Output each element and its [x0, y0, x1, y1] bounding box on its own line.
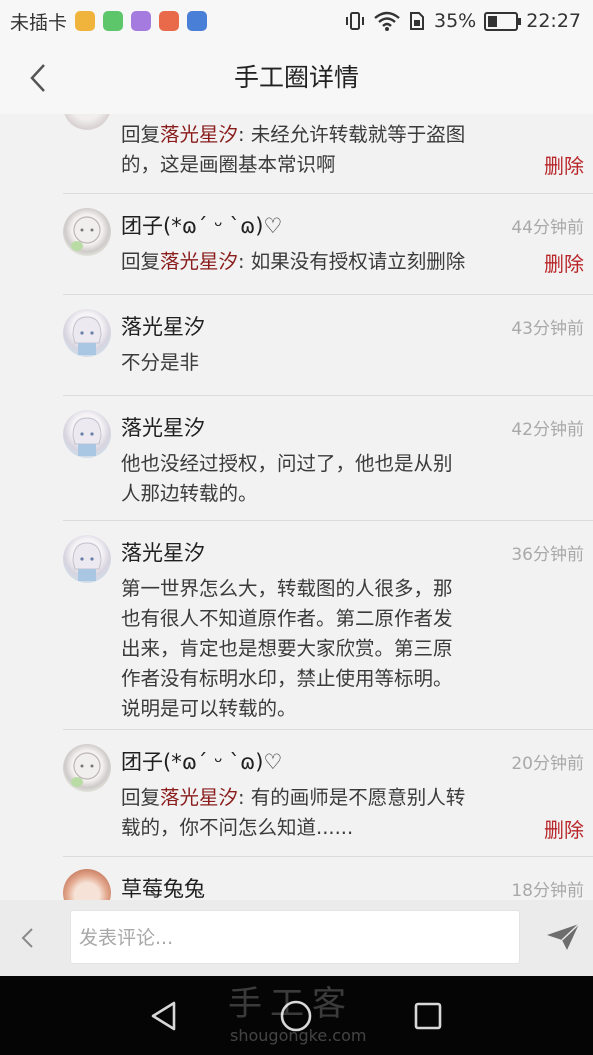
- avatar-image: [72, 316, 102, 355]
- watermark-logo: 手工客: [228, 984, 354, 1024]
- comment-item: 团子(*ɷ´ ᵕ `ɷ)♡ 44分钟前 回复落光星汐: 如果没有授权请立刻删除 …: [0, 194, 593, 294]
- comment-text: 人那边转载的。: [121, 482, 258, 505]
- commenter-name[interactable]: 团子(*ɷ´ ᵕ `ɷ)♡: [121, 746, 282, 776]
- battery-percent: 35%: [434, 10, 477, 32]
- triangle-back-icon: [151, 1001, 176, 1031]
- sim-icon: [410, 12, 424, 30]
- comment-text: 的，这是画圈基本常识啊: [121, 153, 336, 176]
- comment-item: 落光星汐 42分钟前 他也没经过授权，问过了，他也是从别 人那边转载的。: [0, 396, 593, 520]
- collapse-button[interactable]: [14, 924, 42, 952]
- comment-text: : 有的画师是不愿意别人转: [238, 786, 466, 809]
- comment-text: 载的，你不问怎么知道......: [121, 816, 354, 839]
- nav-recents-button[interactable]: [410, 998, 446, 1034]
- comment-body: 不分是非: [121, 351, 200, 374]
- notification-icons: [75, 11, 208, 31]
- delete-button[interactable]: 删除: [544, 814, 584, 843]
- avatar[interactable]: [63, 869, 111, 900]
- send-button[interactable]: [545, 922, 581, 952]
- commenter-name[interactable]: 落光星汐: [121, 537, 205, 567]
- notification-app-icon: [103, 11, 124, 31]
- notification-app-icon: [75, 11, 96, 31]
- avatar[interactable]: [63, 309, 111, 357]
- comment-item: 落光星汐 36分钟前 第一世界怎么大，转载图的人很多，那 也有很人不知道原作者。…: [0, 521, 593, 729]
- notification-app-icon: [187, 11, 208, 31]
- avatar-image: [72, 417, 102, 456]
- avatar-image: [71, 216, 101, 251]
- comment-body: 回复落光星汐: 有的画师是不愿意别人转 载的，你不问怎么知道......: [121, 783, 531, 843]
- comment-text: : 如果没有授权请立刻删除: [238, 250, 466, 273]
- avatar-image: [72, 542, 102, 581]
- comment-time: 43分钟前: [511, 319, 584, 339]
- reply-prefix: 回复: [121, 250, 161, 273]
- comment-body: 第一世界怎么大，转载图的人很多，那 也有很人不知道原作者。第二原作者发 出来，肯…: [121, 574, 531, 724]
- notification-app-icon: [131, 11, 152, 31]
- comment-body: 回复落光星汐: 未经允许转载就等于盗图 的，这是画圈基本常识啊: [121, 120, 531, 180]
- system-nav-bar: 手工客 shougongke.com: [0, 976, 593, 1055]
- commenter-name[interactable]: 落光星汐: [121, 311, 205, 341]
- delete-button[interactable]: 删除: [544, 150, 584, 179]
- comment-item: 落光星汐 43分钟前 不分是非: [0, 295, 593, 395]
- comment-time: 36分钟前: [511, 545, 584, 565]
- battery-icon: [484, 11, 522, 31]
- comment-time: 42分钟前: [511, 420, 584, 440]
- comment-time: 44分钟前: [511, 218, 584, 238]
- carrier-label: 未插卡: [10, 11, 68, 34]
- vibrate-icon: [346, 12, 364, 30]
- comment-text: 也有很人不知道原作者。第二原作者发: [121, 607, 453, 630]
- watermark-url: shougongke.com: [230, 1026, 367, 1045]
- chevron-left-icon: [21, 928, 33, 948]
- wifi-icon: [374, 11, 400, 31]
- comment-input[interactable]: 发表评论...: [70, 910, 520, 964]
- comment-time: 18分钟前: [511, 881, 584, 900]
- notification-app-icon: [159, 11, 180, 31]
- comment-text: 说明是可以转载的。: [121, 697, 297, 720]
- comment-text: : 未经允许转载就等于盗图: [238, 123, 466, 146]
- avatar[interactable]: [63, 535, 111, 583]
- delete-button[interactable]: 删除: [544, 248, 584, 277]
- clock: 22:27: [526, 10, 581, 32]
- status-bar: 未插卡 35% 22:27: [0, 0, 593, 42]
- avatar[interactable]: [63, 410, 111, 458]
- comment-body: 他也没经过授权，问过了，他也是从别 人那边转载的。: [121, 449, 531, 509]
- comment-body: 回复落光星汐: 如果没有授权请立刻删除: [121, 247, 531, 277]
- nav-back-button[interactable]: [146, 998, 182, 1034]
- avatar[interactable]: [63, 114, 111, 130]
- comment-text: 第一世界怎么大，转载图的人很多，那: [121, 577, 453, 600]
- avatar-image: [71, 752, 101, 787]
- reply-to-name[interactable]: 落光星汐: [160, 786, 238, 809]
- reply-prefix: 回复: [121, 786, 161, 809]
- commenter-name[interactable]: 落光星汐: [121, 412, 205, 442]
- comment-item: 草莓兔兔 18分钟前: [0, 857, 593, 900]
- comment-item: 团子(*ɷ´ ᵕ `ɷ)♡ 20分钟前 回复落光星汐: 有的画师是不愿意别人转 …: [0, 730, 593, 856]
- avatar[interactable]: [63, 208, 111, 256]
- comment-text: 他也没经过授权，问过了，他也是从别: [121, 452, 453, 475]
- avatar[interactable]: [63, 744, 111, 792]
- send-icon: [547, 923, 580, 950]
- commenter-name[interactable]: 草莓兔兔: [121, 873, 205, 900]
- comment-time: 20分钟前: [511, 754, 584, 774]
- reply-to-name[interactable]: 落光星汐: [160, 123, 238, 146]
- comment-input-bar: 发表评论...: [0, 900, 593, 976]
- comment-text: 作者没有标明水印，禁止使用等标明。: [121, 667, 453, 690]
- comment-item: 回复落光星汐: 未经允许转载就等于盗图 的，这是画圈基本常识啊 删除: [0, 114, 593, 194]
- reply-prefix: 回复: [121, 123, 161, 146]
- square-recents-icon: [414, 1002, 442, 1030]
- title-bar: 手工圈详情: [0, 42, 593, 114]
- comment-list[interactable]: 回复落光星汐: 未经允许转载就等于盗图 的，这是画圈基本常识啊 删除 团子(*ɷ…: [0, 114, 593, 900]
- commenter-name[interactable]: 团子(*ɷ´ ᵕ `ɷ)♡: [121, 210, 282, 240]
- reply-to-name[interactable]: 落光星汐: [160, 250, 238, 273]
- comment-text: 出来，肯定也是想要大家欣赏。第三原: [121, 637, 453, 660]
- page-title: 手工圈详情: [233, 63, 359, 92]
